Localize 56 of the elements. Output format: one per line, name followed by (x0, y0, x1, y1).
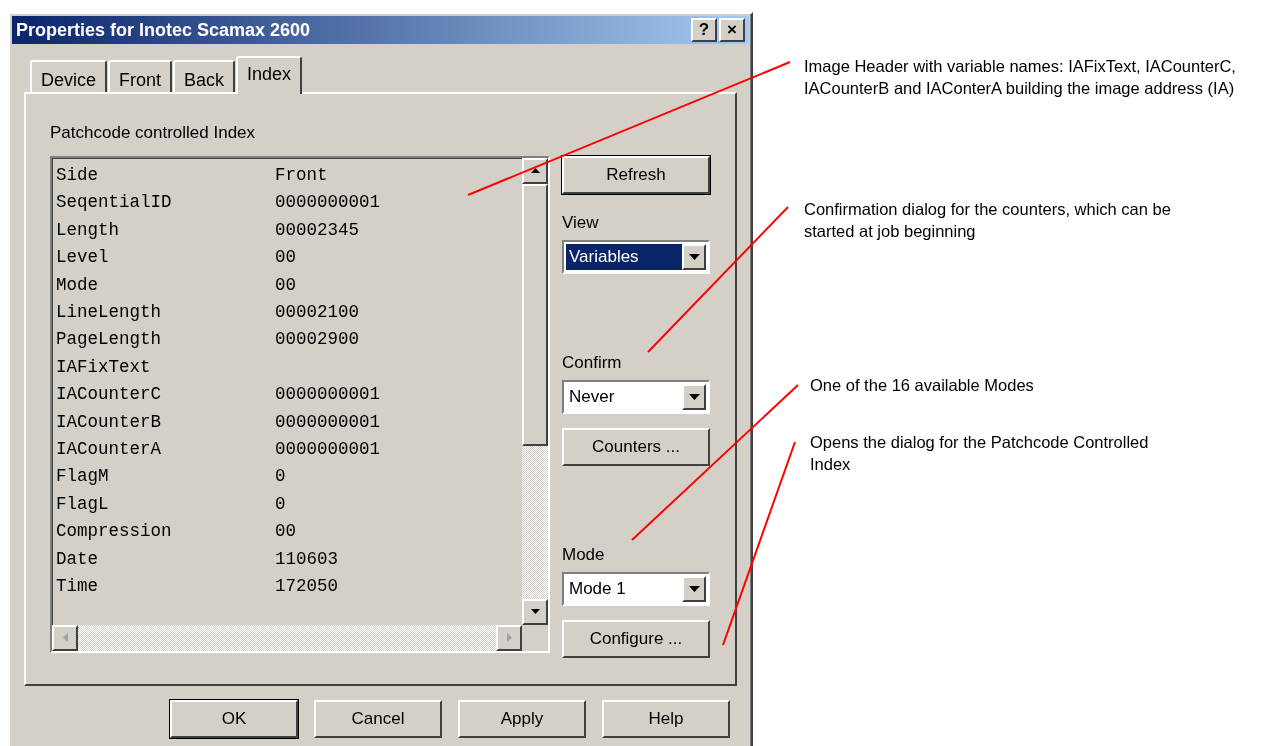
variable-value: Front (275, 164, 328, 188)
variable-value: 0 (275, 465, 286, 489)
dropdown[interactable]: Mode 1 (562, 571, 710, 606)
button[interactable]: Apply (458, 700, 586, 738)
variable-value: 0 (275, 492, 286, 516)
dropdown[interactable]: Never (562, 379, 710, 414)
dropdown[interactable]: Variables (562, 239, 710, 274)
variable-name: IACounterA (56, 437, 163, 461)
tab[interactable]: Index (236, 56, 303, 94)
variable-value: 0000000001 (275, 410, 381, 434)
variable-name: FlagM (56, 465, 110, 489)
variable-name: FlagL (56, 492, 110, 516)
variable-name: SeqentialID (56, 191, 173, 215)
variable-name: Length (56, 218, 120, 242)
annotation-text: Opens the dialog for the Patchcode Controlled Index (810, 432, 1150, 475)
variable-value: 110603 (275, 547, 338, 571)
variable-value: 00 (275, 520, 296, 544)
button[interactable]: OK (170, 700, 298, 738)
annotation-text: Image Header with variable names: IAFixText, IACounterC, IACounterB and IAConterA building the image address (IA) (804, 56, 1237, 99)
variable-value: 0000000001 (275, 191, 381, 215)
variable-name: Compression (56, 520, 173, 544)
button[interactable]: Refresh (562, 155, 710, 194)
button[interactable]: Cancel (314, 700, 442, 738)
variable-value: 00002345 (275, 218, 359, 242)
variable-name: Side (56, 164, 99, 188)
field-label: Mode (562, 543, 606, 566)
button[interactable]: Help (602, 700, 730, 738)
variable-value: 0000000001 (275, 437, 381, 461)
variable-name: Time (56, 574, 99, 598)
field-label: View (562, 211, 600, 234)
button[interactable]: Counters ... (562, 427, 710, 466)
variable-name: Mode (56, 273, 99, 297)
button[interactable]: Configure ... (562, 619, 710, 658)
variable-value: 00 (275, 273, 296, 297)
help-button[interactable]: ? (691, 18, 717, 42)
variable-value: 00002100 (275, 301, 359, 324)
tab[interactable]: Back (173, 60, 236, 92)
variable-name: PageLength (56, 328, 163, 352)
variable-name: Date (56, 547, 99, 571)
variable-value: 00002900 (275, 328, 359, 352)
annotation-text: One of the 16 available Modes (810, 375, 1035, 396)
window-title: Properties for Inotec Scamax 2600 (16, 18, 312, 42)
variable-name: IACounterB (56, 410, 163, 434)
variable-name: IACounterC (56, 383, 163, 407)
variable-value: 00 (275, 246, 296, 270)
group-label: Patchcode controlled Index (50, 122, 257, 144)
annotation-text: Confirmation dialog for the counters, which can be started at job beginning (804, 199, 1172, 242)
tab[interactable]: Device (30, 60, 108, 92)
variable-value: 0000000001 (275, 383, 381, 407)
close-button[interactable]: × (719, 18, 745, 42)
variable-name: LineLength (56, 301, 163, 324)
variable-name: Level (56, 246, 110, 270)
field-label: Confirm (562, 351, 623, 374)
variable-value: 172050 (275, 574, 338, 598)
variable-name: IAFixText (56, 355, 152, 379)
tab[interactable]: Front (108, 60, 173, 92)
